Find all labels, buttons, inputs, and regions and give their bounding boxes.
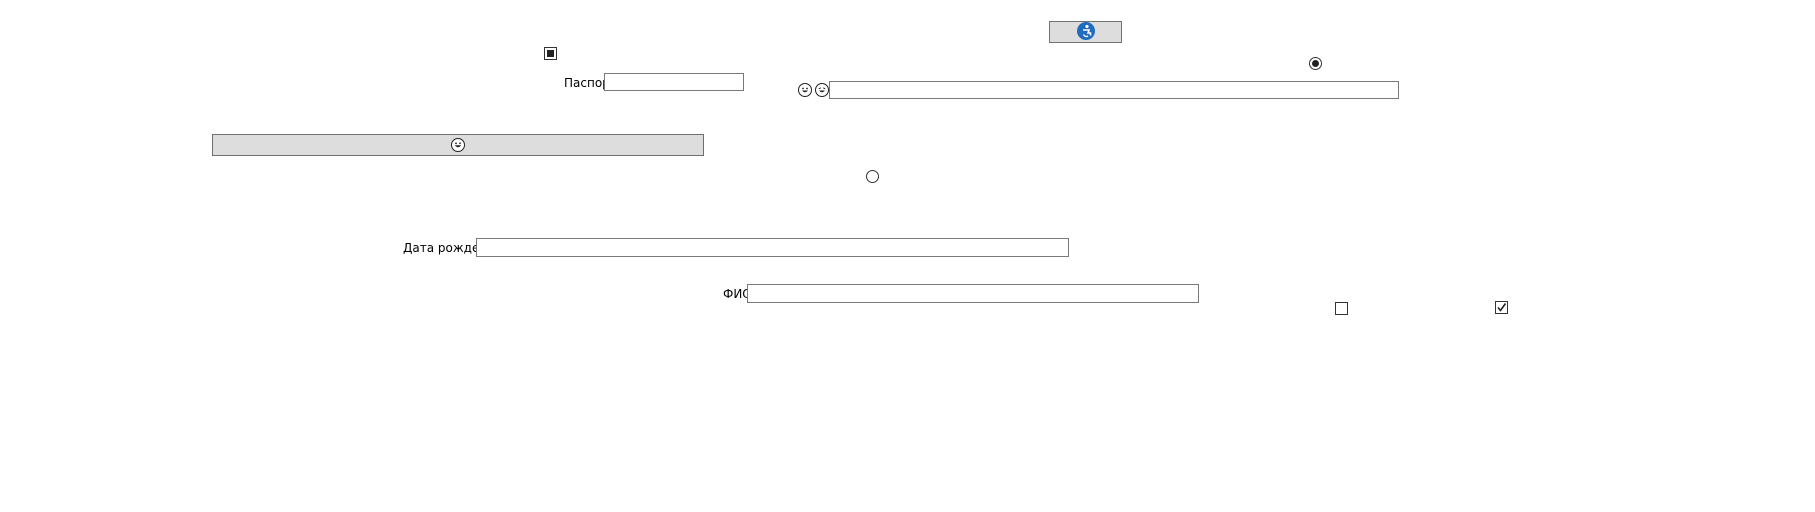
accessibility-button[interactable] [1049, 21, 1122, 43]
smiling-face-icon [815, 83, 829, 97]
radio-top-right[interactable] [1309, 57, 1322, 70]
radio-selected-dot [1312, 60, 1319, 67]
checkbox-bottom-left[interactable] [1335, 302, 1348, 315]
passport-field[interactable] [604, 73, 744, 91]
accessibility-icon [1076, 21, 1095, 43]
checkbox-bottom-right[interactable] [1495, 301, 1508, 314]
checkbox-top[interactable] [544, 47, 557, 60]
birthdate-field[interactable] [476, 238, 1069, 257]
emoji-button[interactable] [212, 134, 704, 156]
laughing-face-icon [798, 83, 812, 97]
checkbox-indeterminate-mark [547, 50, 554, 57]
emoji-text-field[interactable] [829, 81, 1399, 99]
checkmark-icon [1497, 303, 1507, 312]
fio-field[interactable] [747, 284, 1199, 303]
grinning-face-icon [451, 138, 465, 152]
radio-middle[interactable] [866, 170, 879, 183]
